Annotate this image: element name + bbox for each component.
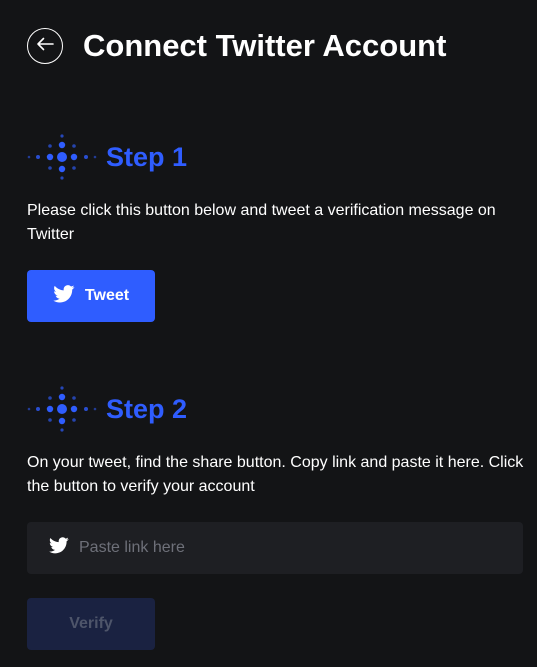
dot-grid-icon: [27, 383, 99, 435]
tweet-link-field[interactable]: [27, 522, 523, 574]
arrow-left-icon: [36, 37, 54, 56]
page-title: Connect Twitter Account: [83, 28, 447, 63]
step-1-header: Step 1: [27, 131, 187, 183]
tweet-link-input[interactable]: [79, 522, 523, 574]
step-2-description: On your tweet, find the share button. Co…: [27, 454, 524, 495]
twitter-bird-icon: [49, 537, 69, 559]
twitter-bird-icon: [53, 284, 75, 308]
tweet-button-label: Tweet: [84, 287, 130, 304]
step-2-header: Step 2: [27, 383, 187, 435]
back-button[interactable]: [27, 28, 63, 64]
verify-button[interactable]: Verify: [27, 598, 155, 650]
dot-grid-icon: [27, 131, 99, 183]
step-1-description: Please click this button below and tweet…: [27, 202, 496, 243]
tweet-button[interactable]: Tweet: [27, 270, 155, 322]
step-2-title: Step 2: [106, 394, 188, 424]
step-1-title: Step 1: [106, 142, 188, 172]
